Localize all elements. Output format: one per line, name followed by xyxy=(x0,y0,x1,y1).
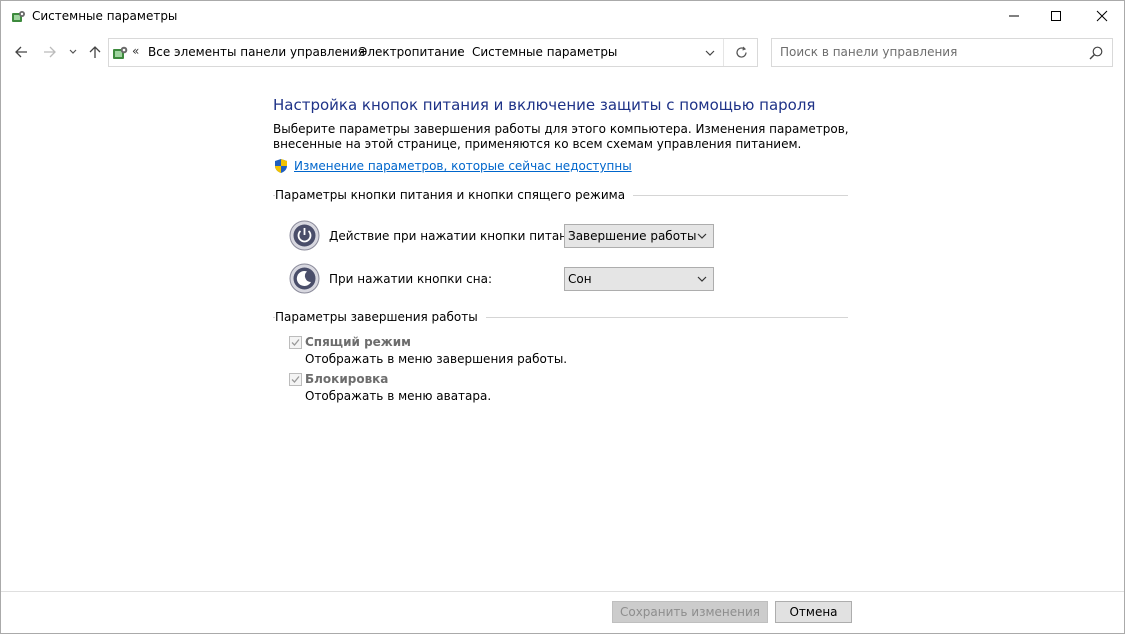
breadcrumb-separator[interactable]: › xyxy=(344,45,348,58)
power-buttons-section-title: Параметры кнопки питания и кнопки спящег… xyxy=(275,188,634,202)
breadcrumb-overflow[interactable]: « xyxy=(132,44,139,58)
breadcrumb-all-items[interactable]: Все элементы панели управления xyxy=(148,45,365,59)
sleep-mode-description: Отображать в меню завершения работы. xyxy=(305,352,568,366)
chevron-down-icon xyxy=(69,49,77,54)
page-title: Настройка кнопок питания и включение защ… xyxy=(273,96,816,114)
breadcrumb-separator[interactable]: › xyxy=(457,45,461,58)
power-button-action-value: Завершение работы xyxy=(568,229,697,243)
sleep-mode-label: Спящий режим xyxy=(305,335,411,349)
search-box[interactable]: Поиск в панели управления xyxy=(771,38,1113,67)
forward-button[interactable] xyxy=(39,41,61,63)
sleep-button-action-label: При нажатии кнопки сна: xyxy=(329,272,493,286)
refresh-icon xyxy=(735,46,747,58)
recent-locations-button[interactable] xyxy=(65,41,81,63)
search-icon[interactable] xyxy=(1088,45,1104,61)
up-button[interactable] xyxy=(84,41,106,63)
minimize-icon xyxy=(1009,15,1019,17)
close-button[interactable] xyxy=(1079,1,1125,31)
footer-divider xyxy=(1,591,1124,592)
title-bar: Системные параметры xyxy=(1,1,1124,33)
chevron-down-icon xyxy=(697,276,707,282)
minimize-button[interactable] xyxy=(991,1,1037,31)
arrow-left-icon xyxy=(15,46,27,58)
chevron-down-icon xyxy=(705,50,714,56)
sleep-button-action-select[interactable]: Сон xyxy=(564,267,714,291)
shutdown-settings-section-title: Параметры завершения работы xyxy=(275,310,486,324)
address-bar[interactable]: « Все элементы панели управления › Элект… xyxy=(108,38,758,67)
maximize-button[interactable] xyxy=(1033,1,1079,31)
control-panel-icon xyxy=(12,11,25,22)
sleep-button-action-value: Сон xyxy=(568,272,592,286)
lock-label: Блокировка xyxy=(305,372,389,386)
save-changes-button[interactable]: Сохранить изменения xyxy=(612,601,768,623)
close-icon xyxy=(1096,10,1108,22)
arrow-up-icon xyxy=(89,46,101,58)
breadcrumb-power[interactable]: Электропитание xyxy=(359,45,465,59)
window-title: Системные параметры xyxy=(32,9,178,23)
uac-shield-icon xyxy=(275,159,287,173)
refresh-button[interactable] xyxy=(725,39,757,66)
maximize-icon xyxy=(1051,11,1061,21)
sleep-button-icon xyxy=(289,263,320,294)
cancel-button[interactable]: Отмена xyxy=(775,601,852,623)
arrow-right-icon xyxy=(44,46,56,58)
sleep-mode-checkbox[interactable] xyxy=(289,336,302,349)
search-input[interactable]: Поиск в панели управления xyxy=(780,45,957,59)
checkmark-icon xyxy=(291,376,300,383)
control-panel-icon xyxy=(113,46,128,59)
page-description: Выберите параметры завершения работы для… xyxy=(273,122,849,151)
control-panel-window: Системные параметры « Все элементы панел… xyxy=(0,0,1125,634)
chevron-down-icon xyxy=(697,233,707,239)
back-button[interactable] xyxy=(10,41,32,63)
checkmark-icon xyxy=(291,339,300,346)
lock-checkbox[interactable] xyxy=(289,373,302,386)
change-unavailable-settings-link[interactable]: Изменение параметров, которые сейчас нед… xyxy=(294,159,632,173)
address-dropdown-button[interactable] xyxy=(696,39,724,66)
breadcrumb-system-settings[interactable]: Системные параметры xyxy=(472,45,617,59)
navigation-bar: « Все элементы панели управления › Элект… xyxy=(1,37,1124,69)
power-button-action-label: Действие при нажатии кнопки питания: xyxy=(329,229,587,243)
lock-description: Отображать в меню аватара. xyxy=(305,389,492,403)
power-button-icon xyxy=(289,220,320,251)
main-content: Настройка кнопок питания и включение защ… xyxy=(1,71,1124,591)
power-button-action-select[interactable]: Завершение работы xyxy=(564,224,714,248)
